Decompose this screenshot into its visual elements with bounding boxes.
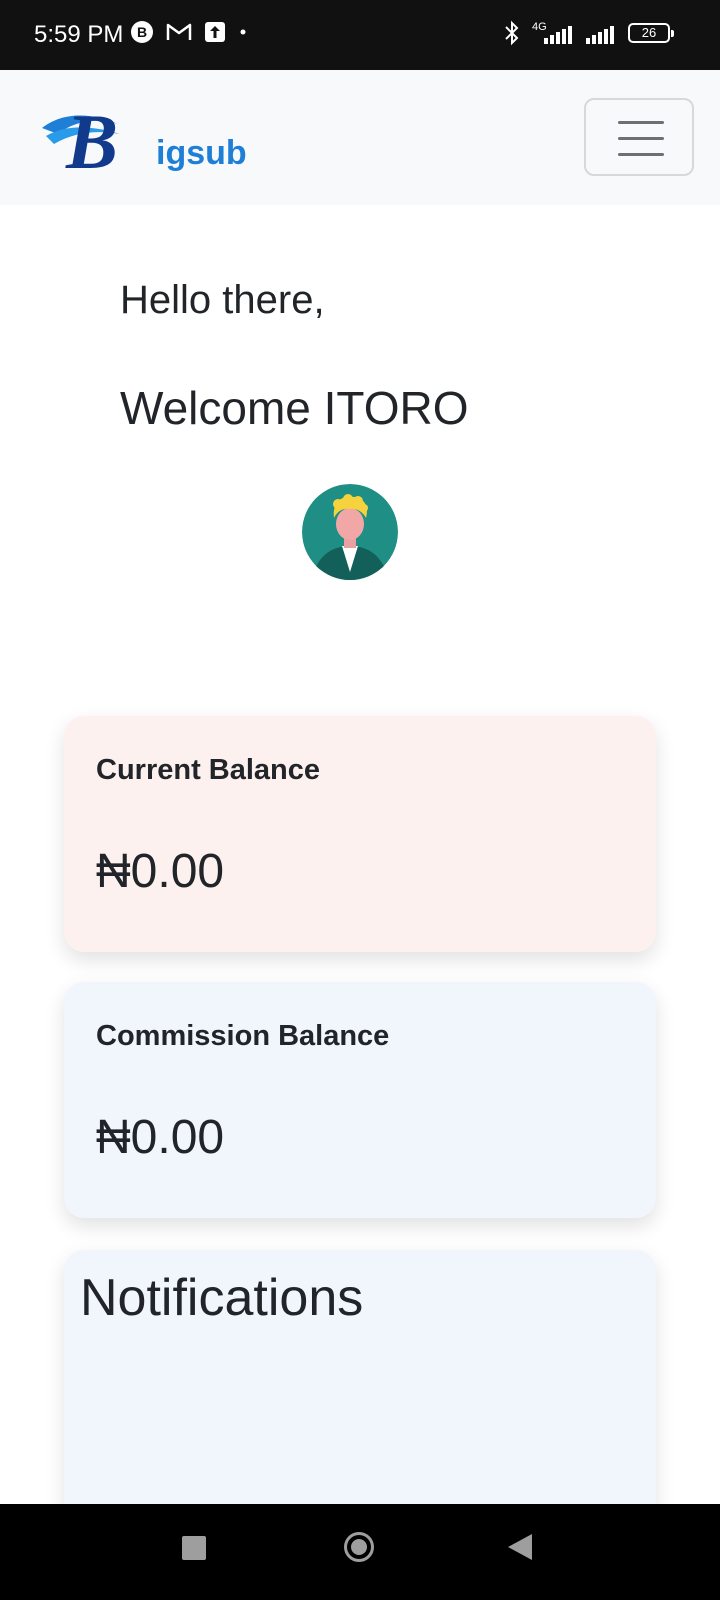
gmail-icon (166, 23, 192, 40)
back-triangle-icon[interactable] (508, 1534, 532, 1560)
svg-text:4G: 4G (532, 21, 547, 33)
battery-level: 26 (641, 25, 657, 40)
status-bar: 5:59 PM B 4G 26 (0, 0, 720, 70)
status-system-icons: 4G 26 (504, 20, 674, 46)
menu-toggle-button[interactable] (584, 98, 694, 176)
greeting-text: Hello there, (120, 278, 325, 322)
b-circle-icon: B (131, 21, 153, 43)
home-circle-icon[interactable] (344, 1532, 374, 1562)
logo-mark: B (42, 98, 120, 185)
signal-icon (586, 26, 614, 44)
recents-square-icon[interactable] (182, 1536, 206, 1560)
signal-4g-icon: 4G (532, 21, 572, 44)
bluetooth-icon (505, 20, 519, 46)
current-balance-value: 0.00 (130, 845, 225, 898)
commission-balance-card[interactable]: Commission Balance ₦0.00 (64, 982, 656, 1218)
bigsub-logo[interactable]: B igsub (40, 98, 247, 185)
commission-balance-amount: ₦0.00 (96, 1110, 224, 1166)
notifications-title: Notifications (80, 1269, 364, 1327)
user-avatar[interactable] (302, 484, 398, 580)
commission-balance-label: Commission Balance (96, 1020, 390, 1052)
top-navbar: B igsub (0, 70, 720, 205)
logo-text: igsub (156, 134, 247, 172)
naira-currency-symbol: ₦ (96, 845, 131, 898)
notifications-card: Notifications (64, 1250, 656, 1540)
dot-icon (240, 29, 246, 35)
svg-text:B: B (65, 98, 118, 178)
svg-text:B: B (137, 24, 147, 40)
welcome-text: Welcome ITORO (120, 382, 469, 434)
system-navigation-bar (0, 1504, 720, 1600)
current-balance-card[interactable]: Current Balance ₦0.00 (64, 716, 656, 952)
naira-currency-symbol: ₦ (96, 1111, 131, 1164)
commission-balance-value: 0.00 (130, 1111, 225, 1164)
status-time: 5:59 PM (34, 21, 124, 48)
upload-icon (205, 22, 225, 42)
current-balance-label: Current Balance (96, 754, 321, 786)
battery-icon: 26 (628, 23, 674, 43)
current-balance-amount: ₦0.00 (96, 844, 224, 900)
status-notification-icons: B (130, 20, 248, 44)
